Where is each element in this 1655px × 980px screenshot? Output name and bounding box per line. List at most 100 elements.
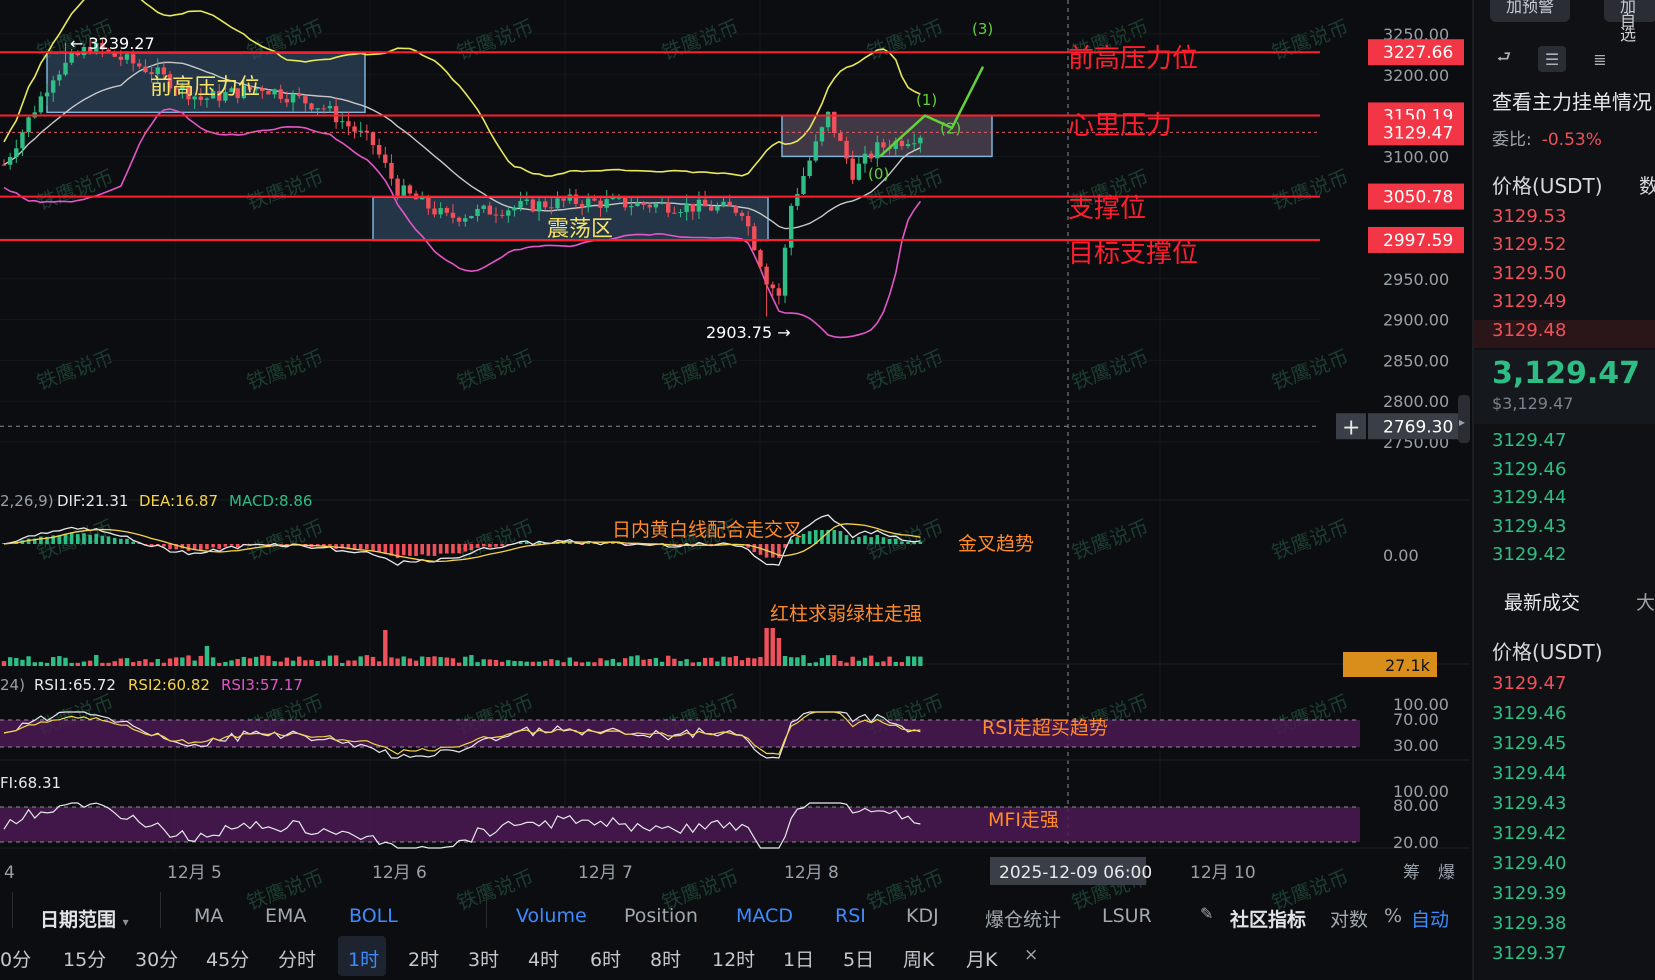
price-chart[interactable]: 铁鹰说币 铁鹰说币 铁鹰说币 铁鹰说币 铁鹰说币 铁鹰说币 铁鹰说币铁鹰说币 铁鹰说币 铁鹰说币… (0, 0, 1470, 980)
timeframe-item[interactable]: 3时 (468, 945, 499, 972)
macd-histogram-bar (438, 544, 443, 554)
rsi-axis-label: 30.00 (1393, 736, 1439, 755)
candle-body (389, 162, 394, 179)
bid-row[interactable]: 3129.44 (1492, 487, 1566, 508)
main-orders-link[interactable]: 查看主力挂单情况 (1492, 86, 1652, 115)
macd-histogram-bar (918, 541, 923, 544)
timeframe-item[interactable]: 月K (966, 945, 997, 972)
candle-body (782, 247, 788, 296)
timeframe-item[interactable]: 12时 (712, 945, 755, 972)
candle-body (407, 185, 413, 194)
candle-body (524, 199, 529, 202)
candle-body (518, 201, 523, 208)
box-label: 震荡区 (547, 217, 613, 242)
rsi1-label: RSI1:65.72 (34, 676, 116, 694)
indicator-lsur[interactable]: LSUR (1102, 905, 1152, 927)
macd-histogram-bar (63, 533, 68, 544)
volume-bar (789, 657, 794, 666)
macd-histogram-bar (235, 544, 240, 548)
timeframe-item-selected[interactable]: 1时 (348, 945, 379, 972)
indicator-kdj[interactable]: KDJ (906, 905, 939, 927)
candle-body (155, 67, 160, 75)
bid-row[interactable]: 3129.47 (1492, 430, 1566, 451)
volume-bar (364, 655, 370, 666)
macd-histogram-bar (451, 544, 455, 554)
bid-row[interactable]: 3129.43 (1492, 516, 1566, 537)
volume-bar (709, 657, 714, 666)
ask-row[interactable]: 3129.50 (1492, 263, 1566, 284)
ask-row[interactable]: 3129.53 (1492, 206, 1566, 227)
volume-bar (444, 657, 449, 666)
volume-bar (26, 656, 31, 666)
volume-bar (278, 661, 283, 666)
ask-row[interactable]: 3129.49 (1492, 291, 1566, 312)
volume-bar (610, 658, 616, 666)
indicator-boll[interactable]: BOLL (349, 905, 398, 927)
candle-body (57, 74, 62, 81)
volume-bar (124, 658, 130, 666)
percent-toggle[interactable]: % (1384, 905, 1402, 927)
candle-body (321, 108, 326, 110)
volume-bar (130, 662, 136, 666)
candle-body (598, 200, 603, 208)
exit-icon[interactable]: ⮐ (1490, 46, 1518, 72)
volume-bar (376, 661, 382, 666)
box-label: 前高压力位 (150, 75, 260, 100)
indicator-position[interactable]: Position (624, 905, 698, 927)
community-indicators-button[interactable]: 社区指标 (1230, 905, 1306, 932)
timeframe-item[interactable]: 45分 (206, 945, 249, 972)
timeframe-item[interactable]: 4时 (528, 945, 559, 972)
add-watchlist-button[interactable]: 加自选 (1604, 0, 1655, 43)
tab-latest-trades[interactable]: 最新成交 (1504, 588, 1580, 615)
ask-row[interactable]: 3129.52 (1492, 234, 1566, 255)
price-tag-label: 3050.78 (1383, 188, 1453, 208)
add-alert-button[interactable]: 加预警 (1490, 0, 1571, 22)
indicator-macd[interactable]: MACD (736, 905, 793, 927)
bid-row[interactable]: 3129.46 (1492, 459, 1566, 480)
timeframe-item[interactable]: 8时 (650, 945, 681, 972)
auto-scale-toggle[interactable]: 自动 (1411, 905, 1449, 932)
indicator-ma[interactable]: MA (194, 905, 223, 927)
timeframe-item[interactable]: 6时 (590, 945, 621, 972)
timeframe-item[interactable]: 30分 (135, 945, 178, 972)
book-both-icon[interactable]: ☰ (1538, 46, 1566, 72)
volume-note: 红柱求弱绿柱走强 (770, 603, 922, 625)
timeframe-item[interactable]: 0分 (0, 945, 31, 972)
timeframe-item[interactable]: 周K (903, 945, 934, 972)
volume-bar (629, 656, 634, 666)
timeframe-item[interactable]: 2时 (408, 945, 439, 972)
log-scale-toggle[interactable]: 对数 (1330, 905, 1368, 932)
indicator-ema[interactable]: EMA (265, 905, 306, 927)
candle-body (561, 198, 566, 201)
candle-body (309, 103, 314, 110)
timeframe-item[interactable]: 5日 (843, 945, 874, 972)
volume-bar (118, 658, 124, 666)
indicator-volume[interactable]: Volume (516, 905, 587, 927)
candle-body (752, 226, 757, 251)
macd-histogram-bar (125, 538, 129, 544)
close-icon[interactable]: × (1024, 945, 1038, 965)
ask-row[interactable]: 3129.48 (1492, 320, 1566, 341)
macd-histogram-bar (358, 544, 363, 550)
indicator-liquidation[interactable]: 爆仓统计 (985, 905, 1061, 932)
bid-row[interactable]: 3129.42 (1492, 544, 1566, 565)
timeframe-item[interactable]: 1日 (783, 945, 814, 972)
candle-body (721, 201, 726, 207)
timeframe-item[interactable]: 15分 (63, 945, 106, 972)
edit-icon[interactable]: ✎ (1200, 904, 1213, 923)
tab-large-trades[interactable]: 大 (1636, 588, 1655, 615)
book-list-icon[interactable]: ≣ (1586, 46, 1614, 72)
volume-bar (702, 657, 708, 666)
volume-bar (137, 660, 142, 666)
date-range-button[interactable]: 日期范围 ▾ (40, 905, 129, 932)
indicator-rsi[interactable]: RSI (835, 905, 866, 927)
macd-histogram-bar (832, 530, 837, 544)
mfi-legend: FI:68.31 (0, 774, 61, 792)
volume-bar (333, 655, 339, 666)
volume-bar (223, 661, 228, 666)
crosshair-time-label: 2025-12-09 06:00 (999, 863, 1152, 883)
volume-bar (438, 657, 443, 666)
volume-bar (235, 658, 240, 666)
timeframe-item[interactable]: 分时 (278, 945, 316, 972)
volume-bar (758, 656, 763, 666)
